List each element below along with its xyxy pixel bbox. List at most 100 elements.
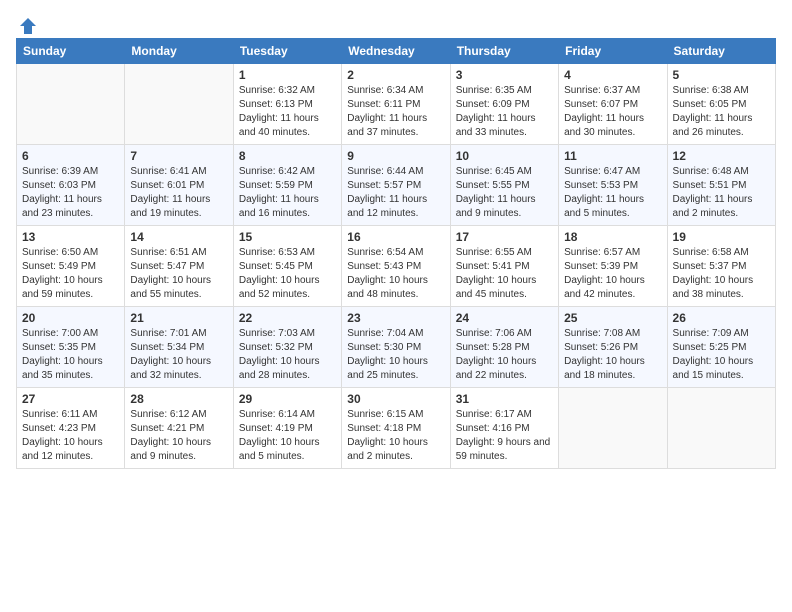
day-info: Sunrise: 6:42 AMSunset: 5:59 PMDaylight:… [239,165,336,221]
calendar-cell: 30 Sunrise: 6:15 AMSunset: 4:18 PMDaylig… [342,388,450,469]
calendar-cell: 3 Sunrise: 6:35 AMSunset: 6:09 PMDayligh… [450,64,558,145]
header-row: SundayMondayTuesdayWednesdayThursdayFrid… [17,39,776,64]
calendar-cell: 28 Sunrise: 6:12 AMSunset: 4:21 PMDaylig… [125,388,233,469]
calendar-cell: 13 Sunrise: 6:50 AMSunset: 5:49 PMDaylig… [17,226,125,307]
calendar-cell: 17 Sunrise: 6:55 AMSunset: 5:41 PMDaylig… [450,226,558,307]
day-info: Sunrise: 6:34 AMSunset: 6:11 PMDaylight:… [347,84,444,140]
weekday-header: Thursday [450,39,558,64]
day-info: Sunrise: 6:38 AMSunset: 6:05 PMDaylight:… [673,84,770,140]
day-info: Sunrise: 6:48 AMSunset: 5:51 PMDaylight:… [673,165,770,221]
day-number: 4 [564,68,661,82]
day-info: Sunrise: 7:01 AMSunset: 5:34 PMDaylight:… [130,327,227,383]
day-number: 18 [564,230,661,244]
day-info: Sunrise: 6:14 AMSunset: 4:19 PMDaylight:… [239,408,336,464]
calendar-week: 13 Sunrise: 6:50 AMSunset: 5:49 PMDaylig… [17,226,776,307]
day-info: Sunrise: 6:55 AMSunset: 5:41 PMDaylight:… [456,246,553,302]
day-number: 9 [347,149,444,163]
weekday-header: Friday [559,39,667,64]
day-number: 19 [673,230,770,244]
day-info: Sunrise: 6:57 AMSunset: 5:39 PMDaylight:… [564,246,661,302]
calendar-cell: 21 Sunrise: 7:01 AMSunset: 5:34 PMDaylig… [125,307,233,388]
day-number: 15 [239,230,336,244]
day-info: Sunrise: 7:04 AMSunset: 5:30 PMDaylight:… [347,327,444,383]
header [16,16,776,32]
calendar-cell [559,388,667,469]
day-info: Sunrise: 6:53 AMSunset: 5:45 PMDaylight:… [239,246,336,302]
calendar-cell: 11 Sunrise: 6:47 AMSunset: 5:53 PMDaylig… [559,145,667,226]
day-info: Sunrise: 7:08 AMSunset: 5:26 PMDaylight:… [564,327,661,383]
weekday-header: Tuesday [233,39,341,64]
calendar-week: 6 Sunrise: 6:39 AMSunset: 6:03 PMDayligh… [17,145,776,226]
day-number: 27 [22,392,119,406]
calendar-week: 1 Sunrise: 6:32 AMSunset: 6:13 PMDayligh… [17,64,776,145]
day-number: 12 [673,149,770,163]
calendar-cell: 20 Sunrise: 7:00 AMSunset: 5:35 PMDaylig… [17,307,125,388]
calendar-cell: 14 Sunrise: 6:51 AMSunset: 5:47 PMDaylig… [125,226,233,307]
calendar-table: SundayMondayTuesdayWednesdayThursdayFrid… [16,38,776,469]
day-number: 30 [347,392,444,406]
calendar-cell: 22 Sunrise: 7:03 AMSunset: 5:32 PMDaylig… [233,307,341,388]
day-number: 11 [564,149,661,163]
calendar-cell: 7 Sunrise: 6:41 AMSunset: 6:01 PMDayligh… [125,145,233,226]
day-number: 7 [130,149,227,163]
day-number: 23 [347,311,444,325]
day-info: Sunrise: 6:12 AMSunset: 4:21 PMDaylight:… [130,408,227,464]
day-number: 3 [456,68,553,82]
day-number: 16 [347,230,444,244]
day-number: 14 [130,230,227,244]
logo [16,16,38,32]
day-info: Sunrise: 6:44 AMSunset: 5:57 PMDaylight:… [347,165,444,221]
weekday-header: Saturday [667,39,775,64]
day-info: Sunrise: 6:54 AMSunset: 5:43 PMDaylight:… [347,246,444,302]
day-number: 28 [130,392,227,406]
day-info: Sunrise: 6:39 AMSunset: 6:03 PMDaylight:… [22,165,119,221]
calendar-cell: 12 Sunrise: 6:48 AMSunset: 5:51 PMDaylig… [667,145,775,226]
day-number: 29 [239,392,336,406]
weekday-header: Wednesday [342,39,450,64]
calendar-cell: 24 Sunrise: 7:06 AMSunset: 5:28 PMDaylig… [450,307,558,388]
day-number: 22 [239,311,336,325]
day-info: Sunrise: 6:47 AMSunset: 5:53 PMDaylight:… [564,165,661,221]
calendar-cell: 31 Sunrise: 6:17 AMSunset: 4:16 PMDaylig… [450,388,558,469]
day-number: 31 [456,392,553,406]
day-number: 2 [347,68,444,82]
day-number: 26 [673,311,770,325]
day-info: Sunrise: 7:06 AMSunset: 5:28 PMDaylight:… [456,327,553,383]
calendar-cell: 27 Sunrise: 6:11 AMSunset: 4:23 PMDaylig… [17,388,125,469]
weekday-header: Sunday [17,39,125,64]
day-number: 13 [22,230,119,244]
day-number: 5 [673,68,770,82]
day-info: Sunrise: 6:58 AMSunset: 5:37 PMDaylight:… [673,246,770,302]
calendar-week: 27 Sunrise: 6:11 AMSunset: 4:23 PMDaylig… [17,388,776,469]
day-number: 20 [22,311,119,325]
day-info: Sunrise: 6:35 AMSunset: 6:09 PMDaylight:… [456,84,553,140]
day-info: Sunrise: 6:32 AMSunset: 6:13 PMDaylight:… [239,84,336,140]
calendar-cell: 2 Sunrise: 6:34 AMSunset: 6:11 PMDayligh… [342,64,450,145]
calendar-cell: 8 Sunrise: 6:42 AMSunset: 5:59 PMDayligh… [233,145,341,226]
calendar-week: 20 Sunrise: 7:00 AMSunset: 5:35 PMDaylig… [17,307,776,388]
day-info: Sunrise: 6:11 AMSunset: 4:23 PMDaylight:… [22,408,119,464]
day-info: Sunrise: 6:50 AMSunset: 5:49 PMDaylight:… [22,246,119,302]
calendar-cell: 23 Sunrise: 7:04 AMSunset: 5:30 PMDaylig… [342,307,450,388]
day-info: Sunrise: 7:09 AMSunset: 5:25 PMDaylight:… [673,327,770,383]
calendar-cell: 15 Sunrise: 6:53 AMSunset: 5:45 PMDaylig… [233,226,341,307]
calendar-cell: 16 Sunrise: 6:54 AMSunset: 5:43 PMDaylig… [342,226,450,307]
calendar-cell [667,388,775,469]
day-info: Sunrise: 6:15 AMSunset: 4:18 PMDaylight:… [347,408,444,464]
weekday-header: Monday [125,39,233,64]
day-info: Sunrise: 6:37 AMSunset: 6:07 PMDaylight:… [564,84,661,140]
calendar-cell [17,64,125,145]
day-number: 21 [130,311,227,325]
day-info: Sunrise: 6:17 AMSunset: 4:16 PMDaylight:… [456,408,553,464]
day-number: 8 [239,149,336,163]
calendar-cell: 19 Sunrise: 6:58 AMSunset: 5:37 PMDaylig… [667,226,775,307]
day-info: Sunrise: 7:03 AMSunset: 5:32 PMDaylight:… [239,327,336,383]
calendar-cell: 6 Sunrise: 6:39 AMSunset: 6:03 PMDayligh… [17,145,125,226]
day-number: 24 [456,311,553,325]
calendar-cell: 9 Sunrise: 6:44 AMSunset: 5:57 PMDayligh… [342,145,450,226]
calendar-cell: 1 Sunrise: 6:32 AMSunset: 6:13 PMDayligh… [233,64,341,145]
day-number: 17 [456,230,553,244]
calendar-cell: 29 Sunrise: 6:14 AMSunset: 4:19 PMDaylig… [233,388,341,469]
day-info: Sunrise: 7:00 AMSunset: 5:35 PMDaylight:… [22,327,119,383]
day-info: Sunrise: 6:45 AMSunset: 5:55 PMDaylight:… [456,165,553,221]
